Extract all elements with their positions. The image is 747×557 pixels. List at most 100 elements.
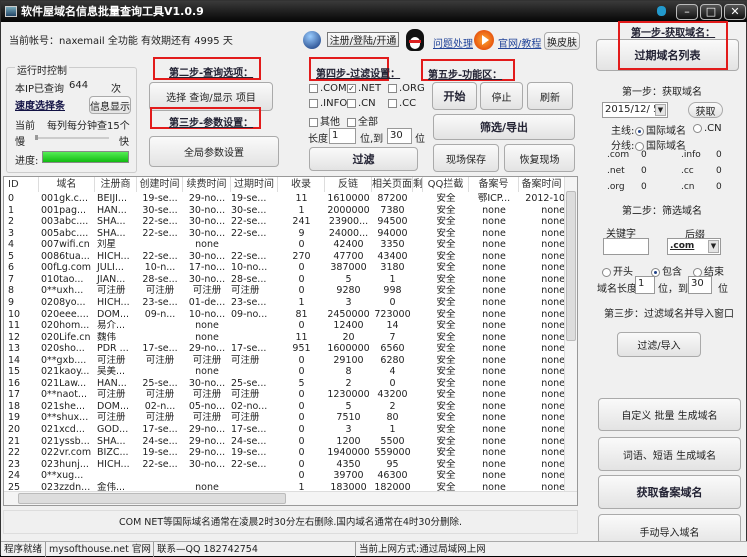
checkbox-1[interactable]: ✓ .NET xyxy=(347,83,381,94)
table-row[interactable]: 20 021xcd... GOD... 17-se... 29-no... 17-se..… xyxy=(4,424,565,436)
pos-contain-radio[interactable]: 包含 xyxy=(651,263,682,278)
get-beian-domains-button[interactable]: 获取备案域名 xyxy=(598,475,741,509)
domain-length-max-input[interactable]: 30 xyxy=(688,276,712,294)
table-row[interactable]: 15 021kaoy... 吴美... none 0 8 4 安全 none none xyxy=(4,366,565,378)
checkbox-6[interactable]: 其他 xyxy=(309,113,340,128)
speed-link[interactable]: 速度选择条 xyxy=(15,97,65,112)
column-header[interactable]: 相关页面 xyxy=(372,177,413,192)
table-row[interactable]: 17 0**naot... 可注册 可注册 可注册 可注册 0 1230000 43200 安全 n… xyxy=(4,389,565,401)
column-header[interactable]: 备案号 xyxy=(469,177,519,192)
checkbox-box[interactable] xyxy=(347,117,356,127)
global-settings-button[interactable]: 全局参数设置 xyxy=(149,136,279,167)
table-row[interactable]: 23 023hunj... HICH... 22-se... 30-no... 22-se… xyxy=(4,459,565,471)
table-row[interactable]: 18 021she... DOM... 02-n... 05-no... 02-no...… xyxy=(4,400,565,413)
table-row[interactable]: 24 0**xug... 0 39700 46300 安全 none none xyxy=(4,470,565,482)
column-header[interactable]: 注册商 xyxy=(95,177,137,192)
checkbox-3[interactable]: .INFO xyxy=(309,98,347,109)
save-session-button[interactable]: 现场保存 xyxy=(433,144,499,172)
start-button[interactable]: 开始 xyxy=(432,82,477,110)
table-row[interactable]: 7 010tao... JIAN... 28-se... 30-no... 28-se..… xyxy=(4,274,565,286)
stop-button[interactable]: 停止 xyxy=(480,82,523,110)
checkbox-5[interactable]: .CC xyxy=(388,98,416,109)
filter-export-button[interactable]: 筛选/导出 xyxy=(433,114,575,140)
table-row[interactable]: 10 020eee.... DOM... 09-n... 10-no... 09-no..… xyxy=(4,308,565,321)
checkbox-box[interactable]: ✓ xyxy=(347,83,356,93)
column-header[interactable]: ID xyxy=(6,177,39,192)
refresh-button[interactable]: 刷新 xyxy=(527,82,573,110)
table-row[interactable]: 0 001gk.c... BEIJI... 19-se... 29-no... 19-se… xyxy=(4,193,565,205)
table-cell: 02-n... xyxy=(144,400,176,412)
filter-import-button[interactable]: 过滤/导入 xyxy=(617,332,701,357)
domain-length-min-input[interactable]: 1 xyxy=(635,276,655,294)
table-row[interactable]: 6 00fLg.com JULI... 10-n... 17-no... 10-no...… xyxy=(4,262,565,274)
minimize-button[interactable]: – xyxy=(676,4,698,20)
column-header[interactable]: 反链 xyxy=(325,177,372,192)
checkbox-2[interactable]: .ORG xyxy=(388,83,425,94)
custom-batch-generate-button[interactable]: 自定义 批量 生成域名 xyxy=(598,398,741,431)
checkbox-box[interactable] xyxy=(309,83,318,93)
column-header[interactable]: QQ拦截 xyxy=(423,177,469,192)
info-display-button[interactable]: 信息显示 xyxy=(89,96,131,114)
column-header[interactable]: 备案时间 xyxy=(519,177,565,192)
table-cell: 005abc.... xyxy=(41,227,89,239)
restore-session-button[interactable]: 恢复现场 xyxy=(504,144,575,172)
pos-start-radio[interactable]: 开头 xyxy=(602,263,633,278)
column-header[interactable]: 过期时间 xyxy=(231,177,278,192)
table-row[interactable]: 3 005abc.... SHA... 22-se... 30-no... 22-se..… xyxy=(4,227,565,240)
column-header[interactable]: 域名 xyxy=(39,177,95,192)
checkbox-box[interactable] xyxy=(388,98,397,108)
table-row[interactable]: 4 007wifi.cn 刘星 none 0 42400 3350 安全 none none xyxy=(4,239,565,251)
date-select[interactable]: 2015/12/ 5 ▼ xyxy=(602,102,668,118)
checkbox-0[interactable]: .COM xyxy=(309,83,347,94)
table-row[interactable]: 21 021yssb... SHA... 24-se... 29-no... 24-se.… xyxy=(4,435,565,448)
length-max-input[interactable]: 30 xyxy=(387,128,412,144)
table-row[interactable]: 19 0**shux... 可注册 可注册 可注册 可注册 0 7510 80 安全 none non… xyxy=(4,412,565,424)
checkbox-box[interactable] xyxy=(347,98,356,108)
checkbox-box[interactable] xyxy=(309,117,318,127)
table-row[interactable]: 1 001pag... HAN... 30-se... 30-no... 30-se...… xyxy=(4,205,565,217)
table-cell: 3 xyxy=(8,227,15,239)
table-row[interactable]: 22 022vr.com BIZC... 19-se... 29-no... 19-se.… xyxy=(4,447,565,459)
column-header[interactable]: 续费时间 xyxy=(183,177,231,192)
horizontal-scrollbar[interactable] xyxy=(4,491,577,505)
maximize-button[interactable]: □ xyxy=(700,4,722,20)
runtime-group-label: 运行时控制 xyxy=(15,62,69,77)
main-cn-radio[interactable]: .CN xyxy=(693,123,722,134)
word-phrase-generate-button[interactable]: 词语、短语 生成域名 xyxy=(598,437,741,471)
official-site-link[interactable]: 官网/教程 xyxy=(498,35,541,50)
checkbox-box[interactable] xyxy=(309,98,318,108)
shirt-icon[interactable] xyxy=(657,6,666,16)
column-header[interactable]: 收录 xyxy=(278,177,325,192)
change-skin-button[interactable]: 换皮肤 xyxy=(544,32,580,50)
table-row[interactable]: 12 020Life.cn 魏伟 none 11 20 7 安全 none none xyxy=(4,332,565,344)
filter-button[interactable]: 过滤 xyxy=(309,147,418,171)
domain-table[interactable]: ID 域名 注册商 创建时间 续费时间 过期时间 收录 反链 相关页面剩 QQ拦截 备案号 备案时间 … xyxy=(3,176,578,506)
checkbox-4[interactable]: .CN xyxy=(347,98,376,109)
checkbox-7[interactable]: 全部 xyxy=(347,113,378,128)
table-row[interactable]: 16 021Law... HAN... 25-se... 30-no... 25-se..… xyxy=(4,378,565,390)
main-intl-radio[interactable]: 国际域名 xyxy=(635,122,686,137)
table-row[interactable]: 5 0086tua... HICH... 22-se... 30-no... 22-se.… xyxy=(4,251,565,263)
column-header[interactable]: 剩 xyxy=(413,177,423,192)
column-header[interactable]: 创建时间 xyxy=(137,177,183,192)
suffix-select[interactable]: .com ▼ xyxy=(667,238,721,255)
table-cell: 19-se... xyxy=(142,193,178,204)
table-cell: 81 xyxy=(295,308,308,320)
keyword-input[interactable] xyxy=(603,238,649,255)
table-row[interactable]: 13 020sho... PDR ... 17-se... 29-no... 17-se.… xyxy=(4,343,565,355)
checkbox-box[interactable] xyxy=(388,83,397,93)
table-row[interactable]: 14 0**gxb.... 可注册 可注册 可注册 可注册 0 29100 6280 安全 none… xyxy=(4,355,565,367)
length-min-input[interactable]: 1 xyxy=(329,128,356,144)
close-button[interactable]: ✕ xyxy=(724,4,746,20)
vertical-scrollbar[interactable] xyxy=(564,177,577,492)
help-link[interactable]: 问题处理 xyxy=(433,35,473,50)
table-cell: none xyxy=(482,435,506,447)
speed-slider[interactable] xyxy=(35,135,109,140)
fetch-button[interactable]: 获取 xyxy=(688,102,723,118)
table-cell: GOD... xyxy=(97,424,129,435)
register-login-button[interactable]: 注册/登陆/开通 xyxy=(327,32,399,47)
table-row[interactable]: 9 0208yo... HICH... 23-se... 01-de... 23-se..… xyxy=(4,297,565,309)
table-row[interactable]: 11 020hom... 易介... none 0 12400 14 安全 none none xyxy=(4,320,565,332)
table-row[interactable]: 2 003abc.... SHA... 22-se... 30-no... 22-se..… xyxy=(4,216,565,228)
table-row[interactable]: 8 0**uxh... 可注册 可注册 可注册 可注册 0 9280 998 安全 none none xyxy=(4,285,565,297)
